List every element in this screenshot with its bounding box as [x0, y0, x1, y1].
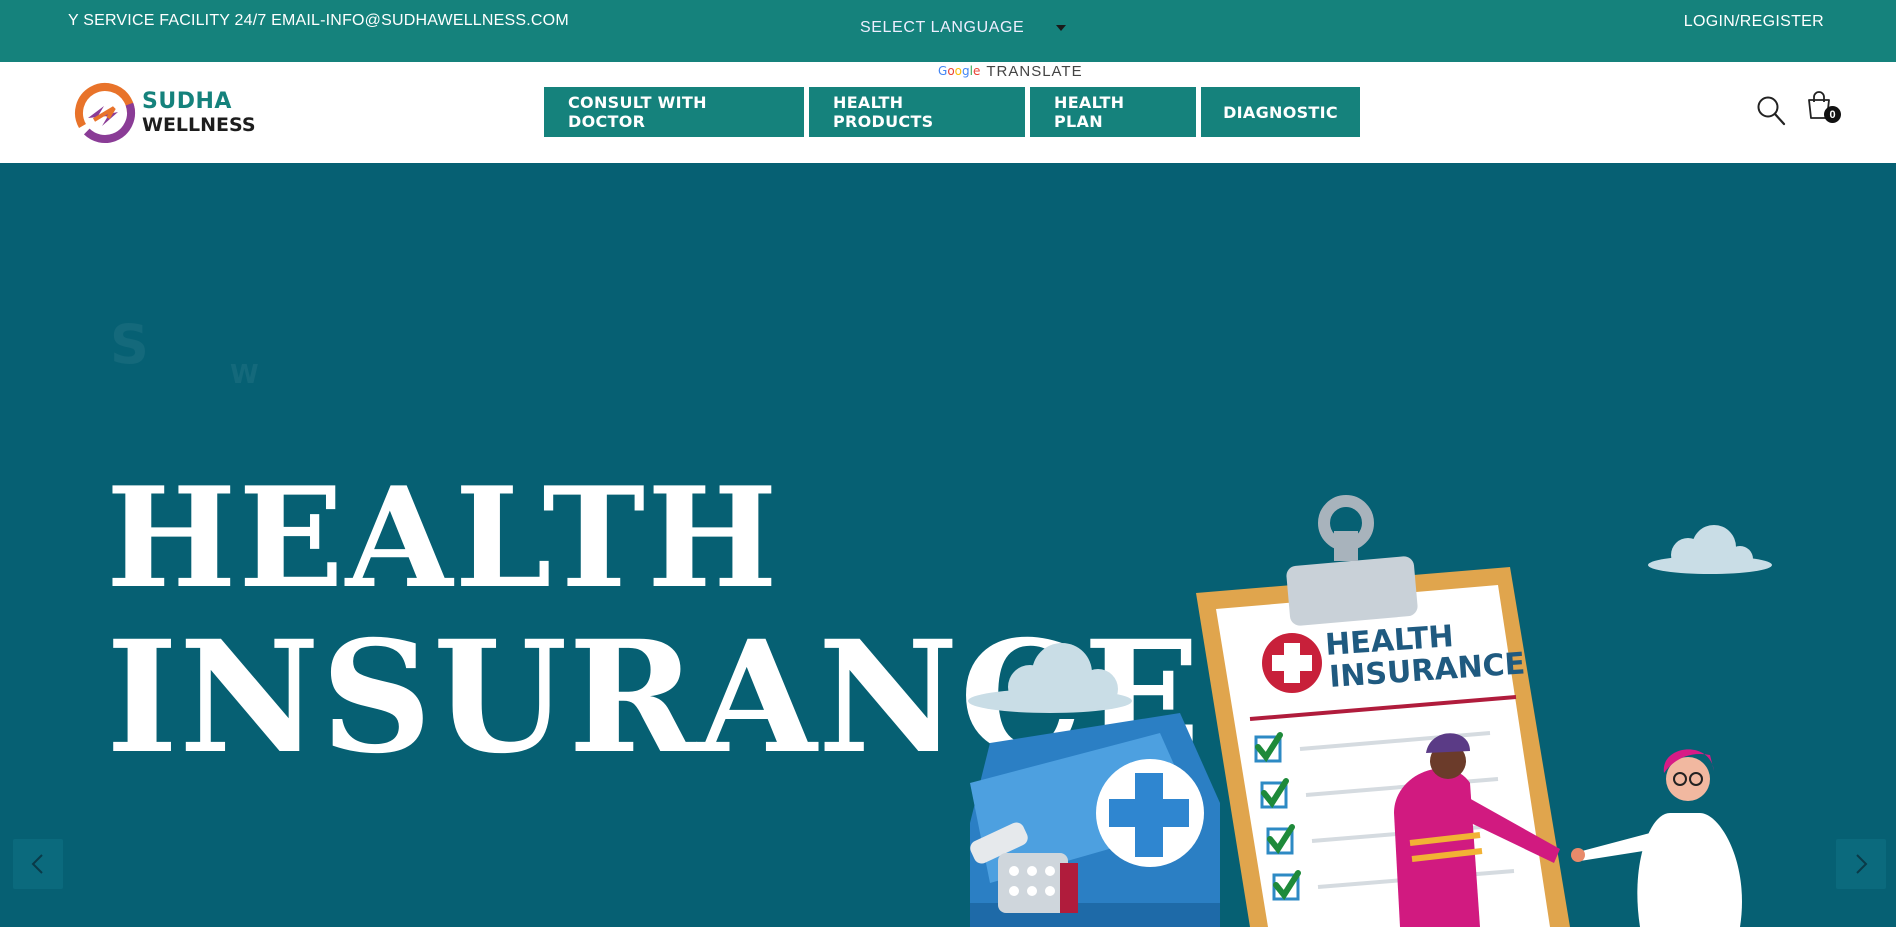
- google-wordmark: Google: [938, 64, 981, 78]
- slider-prev-button[interactable]: [13, 839, 63, 889]
- nav-consult-with-doctor[interactable]: CONSULT WITH DOCTOR: [544, 87, 804, 137]
- chevron-right-icon: [1856, 854, 1868, 874]
- translate-label: TRANSLATE: [986, 62, 1083, 80]
- hero-slider: S W HEALTH INSURANCE HEALTH INSURANCE: [0, 163, 1896, 927]
- medicine-box-icon: [970, 713, 1220, 927]
- caret-down-icon: [1056, 25, 1066, 31]
- nav-health-plan[interactable]: HEALTH PLAN: [1030, 87, 1196, 137]
- nav-health-products[interactable]: HEALTH PRODUCTS: [809, 87, 1025, 137]
- search-icon[interactable]: [1756, 94, 1786, 126]
- language-select-label: SELECT LANGUAGE: [860, 19, 1025, 36]
- chevron-left-icon: [31, 854, 43, 874]
- faded-watermark-logo: S W: [110, 313, 259, 390]
- logo-mark-icon: [75, 83, 135, 143]
- clipboard-icon: HEALTH INSURANCE: [1196, 495, 1570, 927]
- logo-text-line2: WELLNESS: [142, 114, 256, 136]
- google-translate-credit[interactable]: Google TRANSLATE: [938, 62, 1083, 80]
- nav-diagnostic[interactable]: DIAGNOSTIC: [1201, 87, 1360, 137]
- main-nav: CONSULT WITH DOCTOR HEALTH PRODUCTS HEAL…: [544, 87, 1360, 137]
- top-bar: Y SERVICE FACILITY 24/7 EMAIL-INFO@SUDHA…: [0, 0, 1896, 62]
- cart-count-badge: 0: [1824, 106, 1841, 123]
- language-select[interactable]: SELECT LANGUAGE: [860, 16, 1070, 40]
- slider-next-button[interactable]: [1836, 839, 1886, 889]
- cart-button[interactable]: 0: [1805, 90, 1841, 126]
- doctor-figure-icon: [1571, 749, 1742, 927]
- logo-wordmark: SUDHA WELLNESS: [142, 91, 256, 135]
- logo-text-line1: SUDHA: [142, 89, 232, 114]
- site-header: Google TRANSLATE SUDHA WELLNESS CONSULT …: [0, 62, 1896, 163]
- marquee-text: Y SERVICE FACILITY 24/7 EMAIL-INFO@SUDHA…: [68, 12, 569, 29]
- health-insurance-illustration: HEALTH INSURANCE: [968, 495, 1772, 927]
- site-logo[interactable]: SUDHA WELLNESS: [74, 80, 264, 146]
- login-register-link[interactable]: LOGIN/REGISTER: [1684, 13, 1824, 31]
